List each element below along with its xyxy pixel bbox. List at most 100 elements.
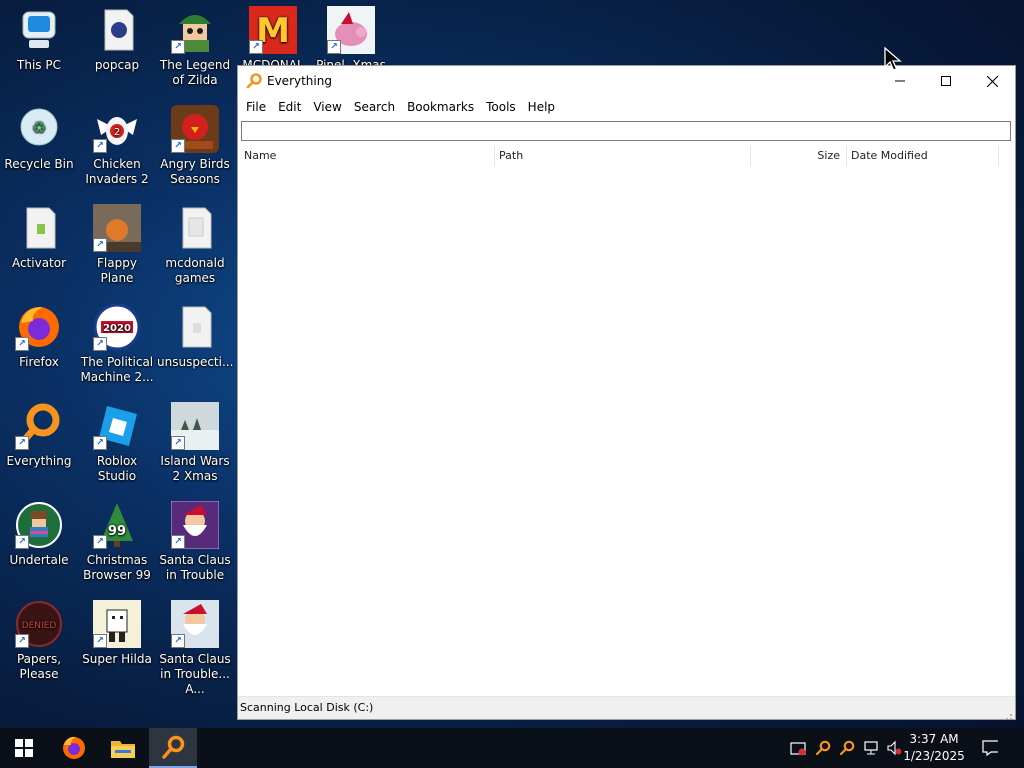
taskbar-firefox[interactable] (50, 728, 98, 768)
firefox-icon: ↗ (15, 303, 63, 351)
desktop-icon-label: Angry Birds Seasons (160, 157, 230, 186)
taskbar-everything[interactable] (149, 728, 197, 768)
everything-icon (246, 73, 262, 89)
desktop-icon-label: Flappy Plane (97, 256, 137, 285)
system-clock[interactable]: 3:37 AM 1/23/2025 (902, 731, 966, 765)
desktop-icon-label: Super Hilda (82, 652, 152, 666)
clock-date: 1/23/2025 (903, 749, 965, 763)
network-icon[interactable] (863, 740, 879, 756)
desktop-icon-label: Papers, Please (16, 652, 62, 681)
desktop-icon-label: mcdonald games (165, 256, 225, 285)
desktop-icon-label: Christmas Browser 99 (83, 553, 151, 582)
search-input[interactable] (241, 121, 1011, 141)
window-title: Everything (267, 74, 332, 88)
desktop-icon-mcdonal[interactable]: M ↗ MCDONAL (235, 6, 311, 73)
everything-tray-icon-2[interactable] (839, 740, 855, 756)
mouse-cursor-icon (884, 46, 902, 76)
desktop-icon-unsuspecti[interactable]: unsuspecti... (157, 303, 233, 370)
desktop-icon-popcap[interactable]: popcap (79, 6, 155, 73)
maximize-button[interactable] (923, 66, 969, 96)
desktop-icon-political-machine[interactable]: 2020 ↗ The Political Machine 2... (79, 303, 155, 385)
desktop-icon-santa-claus-in-trouble-a[interactable]: ↗ Santa Claus in Trouble... A... (157, 600, 233, 697)
super-hilda-icon: ↗ (93, 600, 141, 648)
menu-bar: File Edit View Search Bookmarks Tools He… (238, 96, 1015, 118)
everything-window[interactable]: Everything File Edit View Search Bookmar… (237, 65, 1016, 720)
column-header-size[interactable]: Size (750, 144, 840, 168)
desktop-icon-legend-of-zilda[interactable]: ↗ The Legend of Zilda (157, 6, 233, 88)
desktop-icon-papers-please[interactable]: DENIED ↗ Papers, Please (1, 600, 77, 682)
desktop-icon-activator[interactable]: Activator (1, 204, 77, 271)
file-explorer-icon (111, 741, 135, 758)
desktop-icon-mcdonald-games[interactable]: mcdonald games (157, 204, 233, 286)
column-header: Name Path Size Date Modified (238, 144, 1015, 169)
search-bar (238, 118, 1015, 141)
action-center-alert-icon[interactable] (790, 740, 806, 756)
desktop-icon-recycle-bin[interactable]: ♻ Recycle Bin (1, 105, 77, 172)
svg-text:♻: ♻ (32, 118, 46, 137)
pig-icon: ↗ (327, 6, 375, 54)
svg-text:DENIED: DENIED (22, 621, 57, 631)
roblox-studio-icon: ↗ (93, 402, 141, 450)
maximize-icon (941, 76, 951, 86)
desktop-icon-label: popcap (94, 58, 140, 72)
start-button[interactable] (0, 728, 48, 768)
minimize-icon (895, 80, 905, 82)
desktop-icon-label: Recycle Bin (4, 157, 74, 171)
santa-claus-icon: ↗ (171, 600, 219, 648)
desktop-icon-label: The Legend of Zilda (159, 58, 231, 87)
political-machine-icon: 2020 ↗ (93, 303, 141, 351)
desktop-icon-label: Chicken Invaders 2 (85, 157, 149, 186)
desktop-icon-angry-birds-seasons[interactable]: ↗ Angry Birds Seasons (157, 105, 233, 187)
desktop-icon-undertale[interactable]: ↗ Undertale (1, 501, 77, 568)
column-divider[interactable] (494, 146, 495, 166)
column-header-name[interactable]: Name (244, 144, 276, 168)
desktop-icon-label: Santa Claus in Trouble... A... (159, 652, 231, 696)
undertale-icon: ↗ (15, 501, 63, 549)
desktop-icon-christmas-browser-99[interactable]: 99 ↗ Christmas Browser 99 (79, 501, 155, 583)
menu-view[interactable]: View (307, 96, 347, 118)
angry-birds-icon: ↗ (171, 105, 219, 153)
column-header-date-modified[interactable]: Date Modified (851, 144, 928, 168)
status-text: Scanning Local Disk (C:) (240, 701, 374, 714)
taskbar-file-explorer[interactable] (99, 728, 147, 768)
recycle-bin-icon: ♻ (15, 105, 63, 153)
menu-search[interactable]: Search (348, 96, 401, 118)
desktop-icon-pinel-xmas[interactable]: ↗ Pinel. Xmas (313, 6, 389, 73)
desktop-icon-this-pc[interactable]: This PC (1, 6, 77, 73)
resize-grip-icon[interactable] (1003, 707, 1013, 720)
svg-text:2: 2 (114, 127, 120, 138)
everything-icon: ↗ (15, 402, 63, 450)
desktop-icon-roblox-studio[interactable]: ↗ Roblox Studio (79, 402, 155, 484)
desktop-icon-firefox[interactable]: ↗ Firefox (1, 303, 77, 370)
desktop-icon-label: This PC (17, 58, 61, 72)
menu-bookmarks[interactable]: Bookmarks (401, 96, 480, 118)
taskbar: 3:37 AM 1/23/2025 (0, 728, 1024, 768)
results-list[interactable] (238, 168, 1015, 696)
desktop-icon-everything[interactable]: ↗ Everything (1, 402, 77, 469)
close-button[interactable] (969, 66, 1015, 96)
desktop-icon-super-hilda[interactable]: ↗ Super Hilda (79, 600, 155, 667)
clock-time: 3:37 AM (909, 732, 959, 746)
column-header-path[interactable]: Path (499, 144, 523, 168)
desktop-icon-label: unsuspecti... (157, 355, 234, 369)
column-divider[interactable] (846, 146, 847, 166)
volume-muted-icon[interactable] (886, 740, 902, 756)
computer-icon (15, 6, 63, 54)
firefox-icon (63, 736, 85, 759)
menu-tools[interactable]: Tools (480, 96, 522, 118)
island-wars-icon: ↗ (171, 402, 219, 450)
desktop-icon-island-wars-2-xmas[interactable]: ↗ Island Wars 2 Xmas (157, 402, 233, 484)
everything-tray-icon[interactable] (815, 740, 831, 756)
menu-edit[interactable]: Edit (272, 96, 307, 118)
close-icon (986, 75, 998, 87)
desktop-icon-label: Undertale (9, 553, 69, 567)
windows-logo-icon (15, 739, 33, 757)
desktop-icon-santa-claus-in-trouble[interactable]: ↗ Santa Claus in Trouble (157, 500, 233, 583)
desktop-icon-flappy-plane[interactable]: ↗ Flappy Plane (79, 204, 155, 286)
menu-file[interactable]: File (240, 96, 272, 118)
desktop-icon-label: The Political Machine 2... (80, 355, 154, 384)
menu-help[interactable]: Help (522, 96, 561, 118)
column-divider[interactable] (998, 146, 999, 166)
desktop-icon-chicken-invaders-2[interactable]: 2 ↗ Chicken Invaders 2 (79, 105, 155, 187)
notification-center-icon[interactable] (982, 740, 998, 756)
